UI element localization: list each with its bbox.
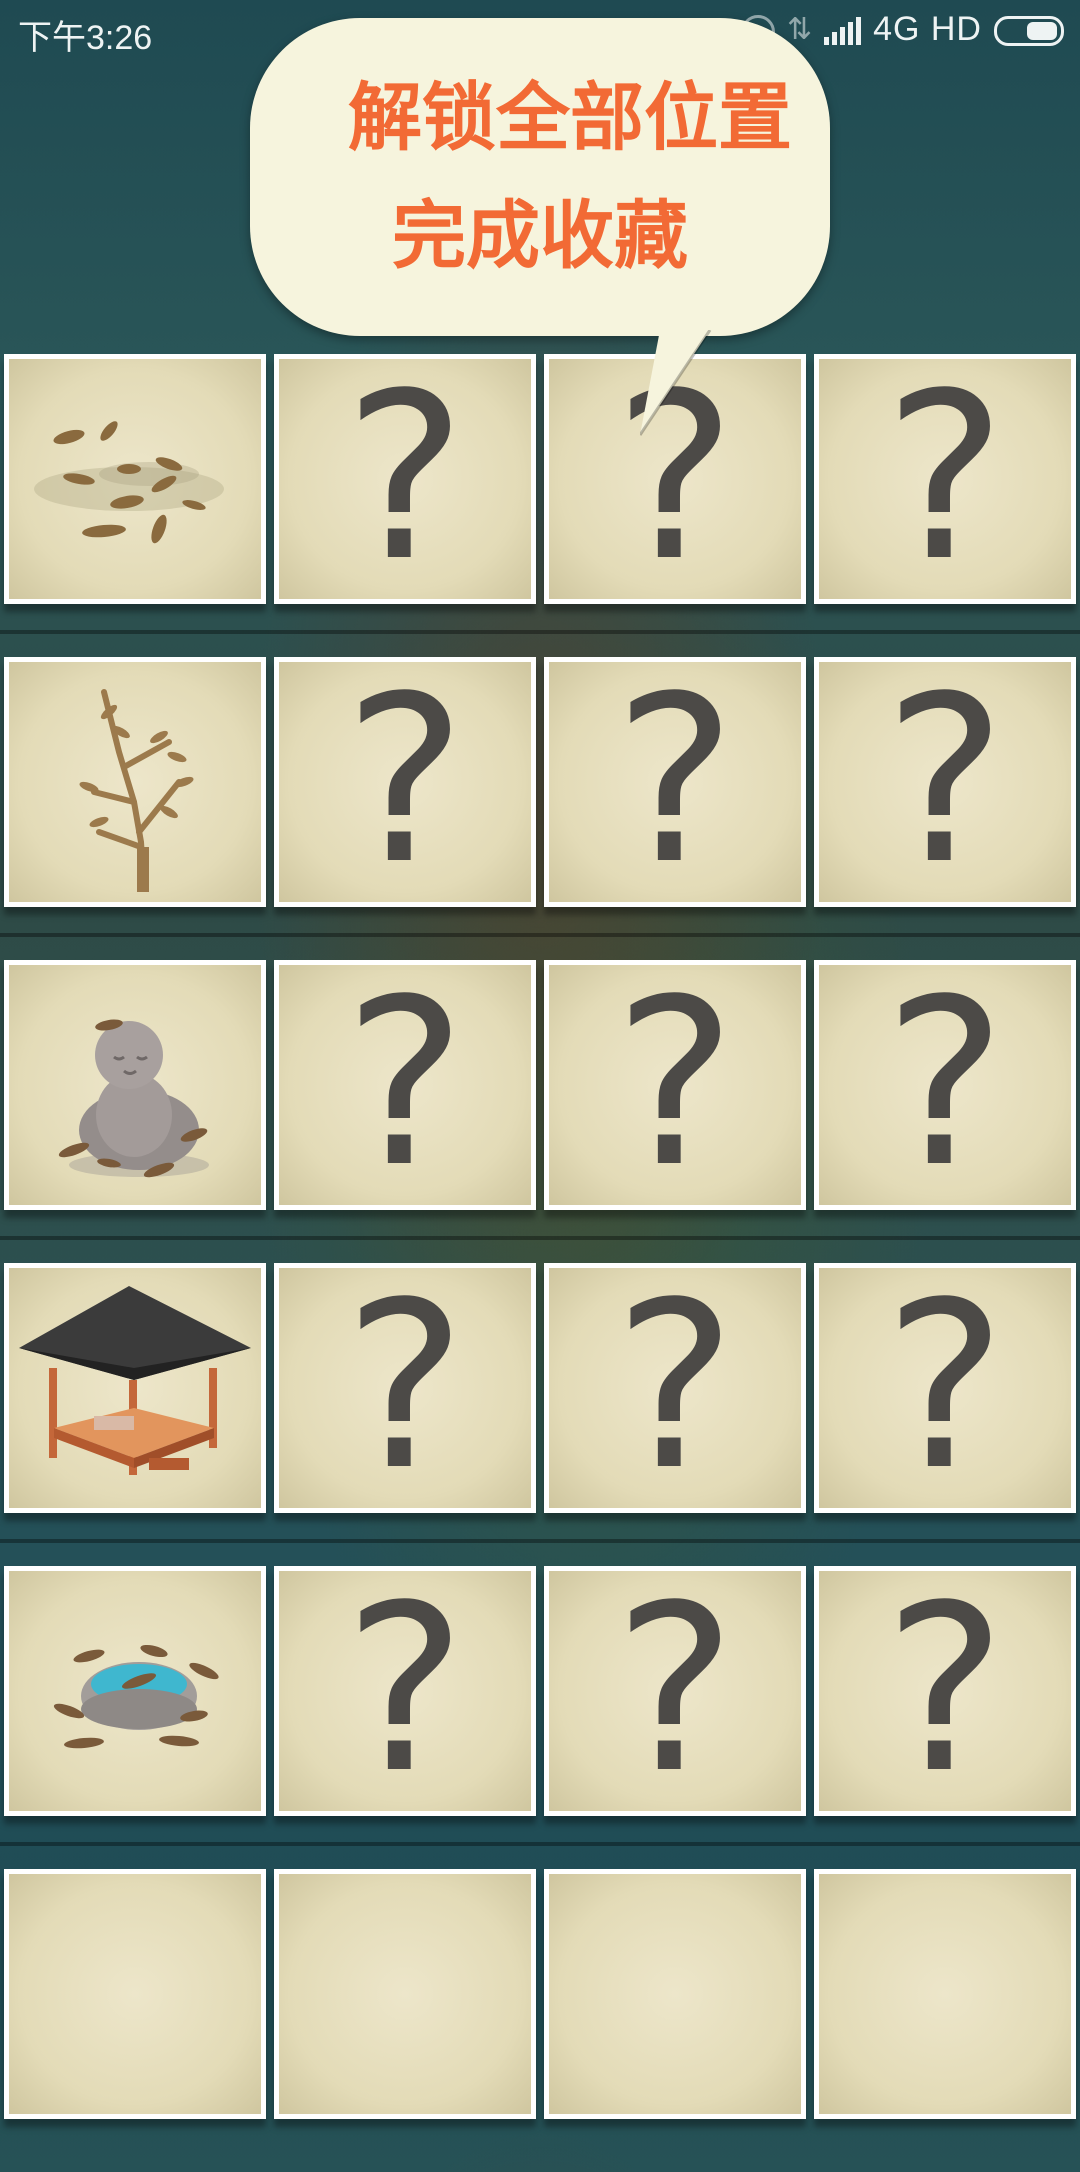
signal-strength-icon — [824, 15, 862, 45]
collection-row: ? ? ? — [0, 960, 1080, 1263]
collection-row: ? ? ? — [0, 354, 1080, 657]
collection-tile-locked[interactable]: ? — [274, 1263, 536, 1513]
status-time: 下午3:26 — [18, 19, 153, 57]
falling-leaves-icon — [34, 421, 224, 544]
collection-row: ? ? ? — [0, 1566, 1080, 1869]
collection-tile-locked[interactable]: ? — [814, 1263, 1076, 1513]
collection-tile-unlocked[interactable] — [4, 960, 266, 1210]
question-mark-icon: ? — [343, 648, 467, 915]
network-type: 4G HD — [873, 10, 982, 48]
question-mark-icon: ? — [613, 951, 737, 1218]
shelf-divider — [0, 1236, 1080, 1240]
question-mark-icon: ? — [883, 1254, 1007, 1521]
collection-tile-unlocked[interactable] — [4, 1263, 266, 1513]
battery-icon — [994, 15, 1064, 46]
collection-tile-locked[interactable] — [544, 1869, 806, 2119]
collection-tile[interactable] — [4, 1869, 266, 2119]
collection-row: ? ? ? — [0, 657, 1080, 960]
collection-tile-locked[interactable]: ? — [544, 1566, 806, 1816]
shelf-divider — [0, 630, 1080, 634]
collection-tile-unlocked[interactable] — [4, 354, 266, 604]
collection-tile-locked[interactable]: ? — [274, 354, 536, 604]
collection-tile-locked[interactable]: ? — [814, 657, 1076, 907]
collection-tile-unlocked[interactable] — [4, 657, 266, 907]
question-mark-icon: ? — [883, 345, 1007, 612]
collection-tile-locked[interactable]: ? — [274, 1566, 536, 1816]
question-mark-icon: ? — [883, 951, 1007, 1218]
collection-tile-locked[interactable]: ? — [544, 657, 806, 907]
stone-buddha-statue-icon — [58, 1019, 209, 1178]
question-mark-icon: ? — [613, 1254, 737, 1521]
collection-tile-locked[interactable] — [814, 1869, 1076, 2119]
pavilion-icon — [19, 1286, 251, 1475]
hint-line-2: 完成收藏 — [392, 193, 688, 279]
collection-row: ? ? ? — [0, 1263, 1080, 1566]
question-mark-icon: ? — [883, 1557, 1007, 1824]
stone-water-basin-icon — [53, 1644, 219, 1749]
question-mark-icon: ? — [883, 648, 1007, 915]
bubble-tail — [640, 330, 712, 436]
question-mark-icon: ? — [343, 1557, 467, 1824]
collection-tile-locked[interactable]: ? — [814, 1566, 1076, 1816]
shelf-divider — [0, 1842, 1080, 1846]
bare-tree-icon — [79, 689, 194, 892]
collection-tile-locked[interactable]: ? — [814, 960, 1076, 1210]
collection-row — [0, 1869, 1080, 2172]
question-mark-icon: ? — [613, 1557, 737, 1824]
collection-tile-unlocked[interactable] — [4, 1566, 266, 1816]
unlock-hint-bubble: 解锁全部位置 完成收藏 — [250, 18, 830, 336]
data-transfer-icon: ⇅ — [786, 13, 813, 46]
collection-grid: ? ? ? ? ? ? ? ? ? ? ? ? ? ? ? — [0, 354, 1080, 2172]
question-mark-icon: ? — [343, 345, 467, 612]
question-mark-icon: ? — [343, 1254, 467, 1521]
collection-tile-locked[interactable]: ? — [274, 657, 536, 907]
question-mark-icon: ? — [613, 648, 737, 915]
collection-tile-locked[interactable]: ? — [814, 354, 1076, 604]
shelf-divider — [0, 933, 1080, 937]
collection-tile-locked[interactable] — [274, 1869, 536, 2119]
collection-tile-locked[interactable]: ? — [274, 960, 536, 1210]
hint-line-1: 解锁全部位置 — [348, 75, 792, 161]
shelf-divider — [0, 1539, 1080, 1543]
collection-tile-locked[interactable]: ? — [544, 1263, 806, 1513]
collection-tile-locked[interactable]: ? — [544, 960, 806, 1210]
question-mark-icon: ? — [343, 951, 467, 1218]
